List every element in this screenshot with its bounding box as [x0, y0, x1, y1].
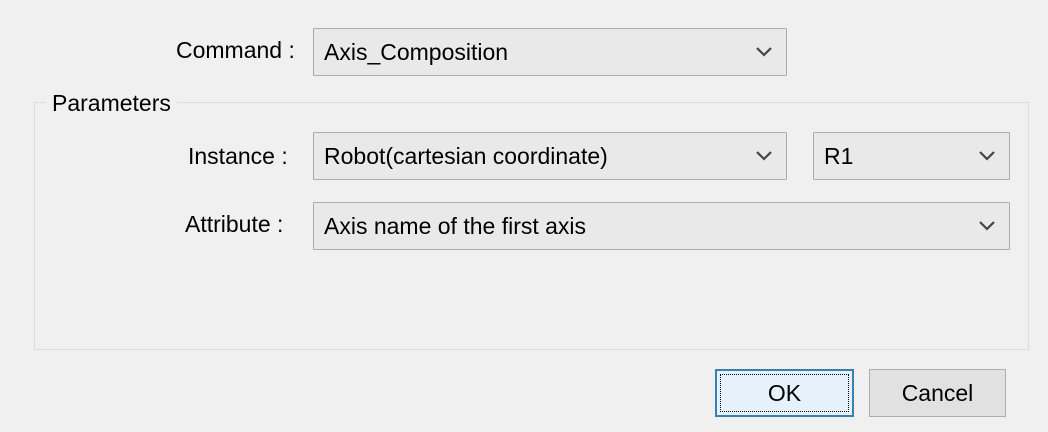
focus-ring	[720, 374, 849, 412]
command-dropdown[interactable]: Axis_Composition	[313, 28, 787, 76]
chevron-down-icon	[979, 221, 995, 231]
instance-dropdown[interactable]: Robot(cartesian coordinate)	[313, 132, 787, 180]
instance-id-dropdown[interactable]: R1	[813, 132, 1010, 180]
instance-value: Robot(cartesian coordinate)	[324, 143, 608, 169]
chevron-down-icon	[979, 151, 995, 161]
attribute-label: Attribute :	[185, 211, 284, 237]
instance-id-value: R1	[824, 143, 854, 169]
chevron-down-icon	[756, 47, 772, 57]
command-value: Axis_Composition	[324, 39, 509, 65]
parameters-legend: Parameters	[46, 90, 177, 116]
command-label: Command :	[176, 37, 295, 63]
instance-label: Instance :	[188, 143, 288, 169]
cancel-button[interactable]: Cancel	[869, 369, 1006, 417]
ok-button[interactable]: OK	[715, 369, 854, 417]
cancel-button-label: Cancel	[901, 380, 974, 406]
attribute-dropdown[interactable]: Axis name of the first axis	[313, 202, 1010, 250]
axis-composition-dialog: Command : Axis_Composition Parameters In…	[0, 0, 1048, 432]
attribute-value: Axis name of the first axis	[324, 213, 587, 239]
chevron-down-icon	[756, 151, 772, 161]
